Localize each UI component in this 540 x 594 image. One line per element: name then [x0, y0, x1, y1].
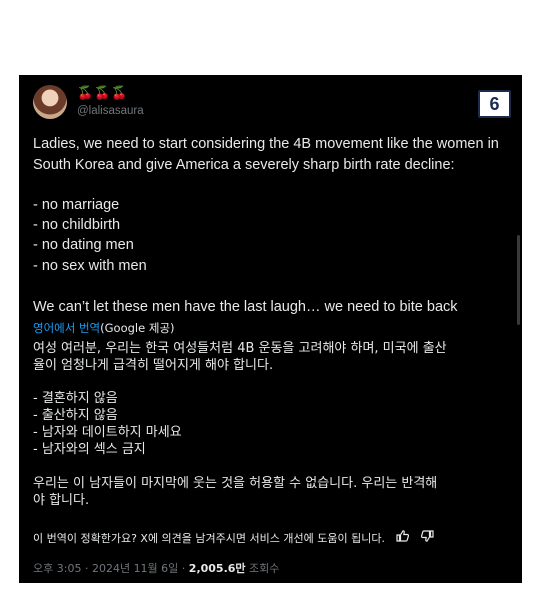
translated-list-item: - 남자와의 섹스 금지	[33, 442, 146, 457]
post-list-item: - no marriage	[33, 197, 120, 213]
translated-list-item: - 남자와 데이트하지 마세요	[33, 425, 182, 440]
translated-line: 여성 여러분, 우리는 한국 여성들처럼 4B 운동을 고려해야 하며, 미국에…	[33, 341, 447, 356]
avatar[interactable]	[33, 85, 67, 119]
google-label: Google	[104, 321, 146, 335]
post-time[interactable]: 오후 3:05	[33, 562, 81, 575]
post-list-item: - no childbirth	[33, 217, 121, 233]
view-count: 2,005.6만	[188, 562, 246, 575]
thumbs-up-icon[interactable]	[396, 530, 410, 545]
post-text-line: Ladies, we need to start considering the…	[33, 136, 499, 152]
post-list-item: - no dating men	[33, 237, 134, 253]
translation-feedback: 이 번역이 정확한가요? X에 의견을 남겨주시면 서비스 개선에 도움이 됩니…	[33, 530, 434, 546]
translated-list-item: - 출산하지 않음	[33, 408, 118, 423]
translated-closing: 야 합니다.	[33, 493, 90, 508]
translated-from-label: 영어에서 번역	[33, 321, 101, 335]
translated-list-item: - 결혼하지 않음	[33, 391, 118, 406]
user-handle[interactable]: @lalisasaura	[77, 105, 144, 117]
post-date[interactable]: 2024년 11월 6일	[92, 562, 178, 575]
translated-closing: 우리는 이 남자들이 마지막에 웃는 것을 허용할 수 없습니다. 우리는 반격…	[33, 476, 438, 491]
feedback-text: 이 번역이 정확한가요? X에 의견을 남겨주시면 서비스 개선에 도움이 됩니…	[33, 532, 385, 545]
tweet-card: 6 🍒🍒🍒 @lalisasaura Ladies, we need to st…	[19, 75, 522, 583]
tweet-meta: 오후 3:05 · 2024년 11월 6일 · 2,005.6만 조회수	[33, 562, 280, 575]
post-text-line: South Korea and give America a severely …	[33, 157, 455, 173]
display-name[interactable]: 🍒🍒🍒	[77, 86, 129, 101]
post-list-item: - no sex with men	[33, 258, 147, 274]
post-closing-line: We can’t let these men have the last lau…	[33, 299, 458, 315]
thumbs-down-icon[interactable]	[420, 530, 434, 545]
translated-from-link[interactable]: 영어에서 번역(Google 제공)	[33, 320, 175, 336]
translated-line: 율이 엄청나게 급격히 떨어지게 해야 합니다.	[33, 358, 274, 373]
view-count-label: 조회수	[245, 562, 280, 575]
scrollbar[interactable]	[517, 235, 520, 325]
page-number-badge: 6	[478, 90, 511, 118]
